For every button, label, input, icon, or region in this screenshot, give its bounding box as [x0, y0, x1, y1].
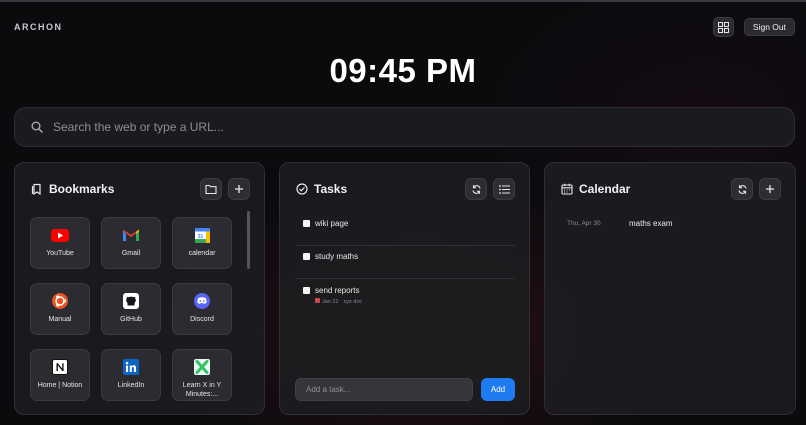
event-name: maths exam — [629, 219, 673, 228]
task-meta: Jan 22 xyz doc — [315, 298, 515, 305]
bookmarks-panel: Bookmarks YouTube Gmail 31 calendar Manu… — [14, 162, 265, 415]
tasks-header: Tasks — [296, 178, 515, 200]
add-task-input[interactable] — [295, 378, 473, 401]
task-text: study maths — [315, 252, 359, 261]
notion-icon — [51, 359, 69, 375]
tasks-panel: Tasks wiki page study maths send reports… — [279, 162, 530, 415]
sign-out-button[interactable]: Sign Out — [743, 18, 795, 36]
task-item: study maths — [296, 252, 515, 279]
task-item: wiki page — [296, 219, 515, 246]
task-row: send reports — [296, 286, 515, 295]
bookmark-linkedin[interactable]: LinkedIn — [101, 349, 161, 401]
sync-calendar-button[interactable] — [731, 178, 753, 200]
task-due-date: Jan 22 — [315, 298, 339, 305]
new-folder-button[interactable] — [200, 178, 222, 200]
window-top-border — [0, 0, 806, 2]
refresh-icon — [737, 184, 747, 194]
task-row: wiki page — [296, 219, 515, 228]
task-item: send reports Jan 22 xyz doc — [296, 286, 515, 308]
task-checkbox[interactable] — [303, 287, 310, 294]
task-checkbox[interactable] — [303, 253, 310, 260]
search-input[interactable] — [53, 120, 753, 134]
bookmark-label: Manual — [48, 316, 72, 323]
bookmarks-header: Bookmarks — [31, 178, 250, 200]
calendar-icon — [315, 298, 320, 303]
task-checkbox[interactable] — [303, 220, 310, 227]
event-date: Thu, Apr 30 — [567, 220, 601, 227]
github-icon — [122, 293, 140, 309]
add-task-button[interactable]: Add — [481, 378, 515, 401]
bookmark-label: GitHub — [120, 316, 142, 323]
folder-icon — [205, 184, 217, 194]
calendar-panel: Calendar Thu, Apr 30 maths exam — [544, 162, 796, 415]
bookmark-label: Discord — [190, 316, 214, 323]
search-bar[interactable] — [14, 107, 795, 147]
sync-tasks-button[interactable] — [465, 178, 487, 200]
plus-icon — [766, 185, 774, 193]
grid-icon — [717, 21, 729, 33]
bookmarks-scrollbar[interactable] — [247, 211, 250, 269]
bookmark-calendar[interactable]: 31 calendar — [172, 217, 232, 269]
bookmark-learnx[interactable]: Learn X in Y Minutes:... — [172, 349, 232, 401]
task-list-button[interactable] — [493, 178, 515, 200]
bookmark-gmail[interactable]: Gmail — [101, 217, 161, 269]
add-bookmark-button[interactable] — [228, 178, 250, 200]
youtube-icon — [51, 227, 69, 243]
bookmark-discord[interactable]: Discord — [172, 283, 232, 335]
google-calendar-icon: 31 — [193, 227, 211, 243]
task-text: wiki page — [315, 219, 349, 228]
clock-time: 09:45 PM — [329, 52, 477, 89]
bookmark-label: Home | Notion — [37, 382, 83, 389]
refresh-icon — [471, 184, 481, 194]
task-text: send reports — [315, 286, 360, 295]
apps-grid-button[interactable] — [712, 17, 734, 37]
calendar-title: Calendar — [579, 182, 631, 196]
bookmarks-actions — [200, 178, 250, 200]
bookmark-youtube[interactable]: YouTube — [30, 217, 90, 269]
learnx-icon — [193, 359, 211, 375]
gmail-icon — [122, 227, 140, 243]
top-actions: Sign Out — [712, 17, 795, 37]
task-note: xyz doc — [343, 298, 363, 305]
bookmarks-grid: YouTube Gmail 31 calendar Manual GitHub … — [30, 217, 236, 405]
tasks-title: Tasks — [314, 182, 348, 196]
brand-logo-text: ARCHON — [14, 22, 63, 32]
calendar-actions — [731, 178, 781, 200]
check-circle-icon — [296, 183, 308, 195]
calendar-header: Calendar — [561, 178, 781, 200]
linkedin-icon — [122, 359, 140, 375]
calendar-event[interactable]: Thu, Apr 30 maths exam — [567, 219, 673, 228]
add-event-button[interactable] — [759, 178, 781, 200]
bookmark-label: calendar — [188, 250, 216, 257]
list-icon — [498, 184, 510, 194]
ubuntu-icon — [51, 293, 69, 309]
bookmark-label: LinkedIn — [117, 382, 145, 389]
tasks-actions — [465, 178, 515, 200]
svg-text:31: 31 — [197, 234, 203, 240]
calendar-icon — [561, 183, 573, 195]
bookmark-label: YouTube — [46, 250, 74, 257]
bookmark-label: Learn X in Y Minutes:... — [182, 382, 222, 398]
task-row: study maths — [296, 252, 515, 261]
bookmark-icon — [31, 183, 41, 195]
bookmarks-title: Bookmarks — [49, 182, 115, 196]
search-icon — [31, 121, 43, 133]
bookmark-github[interactable]: GitHub — [101, 283, 161, 335]
bookmark-notion[interactable]: Home | Notion — [30, 349, 90, 401]
bookmark-label: Gmail — [121, 250, 141, 257]
bookmark-manual[interactable]: Manual — [30, 283, 90, 335]
plus-icon — [235, 185, 243, 193]
discord-icon — [193, 293, 211, 309]
